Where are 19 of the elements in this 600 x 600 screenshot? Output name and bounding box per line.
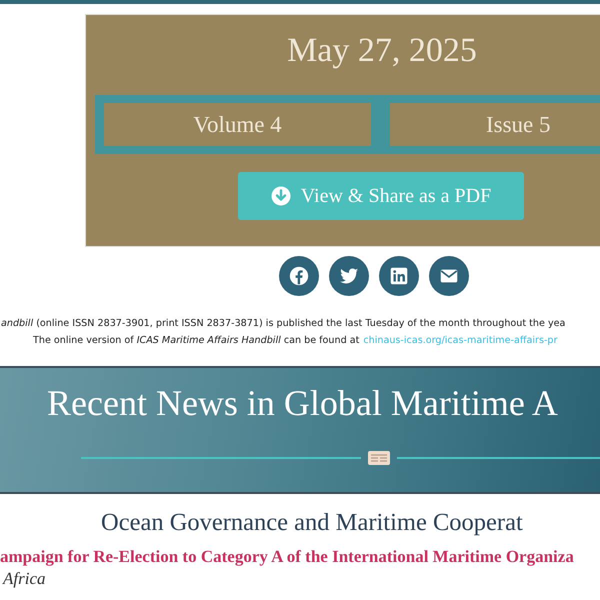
article-title[interactable]: ampaign for Re-Election to Category A of the International Maritime Organiza xyxy=(0,547,574,567)
view-pdf-button[interactable]: View & Share as a PDF xyxy=(238,172,524,220)
publication-note: andbill (online ISSN 2837-3901, print ISSN 2837-3871) is published the last Tuesday of the month throughout the yea xyxy=(1,317,566,331)
handbill-link[interactable]: chinaus-icas.org/icas-maritime-affairs-pr xyxy=(363,332,558,349)
email-share-button[interactable] xyxy=(429,256,469,296)
newspaper-icon xyxy=(367,450,391,466)
article-subtitle: Africa xyxy=(1,569,46,590)
issue-label: Issue 5 xyxy=(390,103,600,146)
online-version-note: The online version of ICAS Maritime Affairs Handbill can be found at xyxy=(33,334,360,348)
download-icon xyxy=(270,186,291,206)
section-heading: Ocean Governance and Maritime Cooperat xyxy=(101,509,523,537)
linkedin-icon xyxy=(388,265,410,287)
banner-title: Recent News in Global Maritime A xyxy=(47,382,558,424)
issue-date: May 27, 2025 xyxy=(287,31,477,71)
facebook-share-button[interactable] xyxy=(279,256,319,296)
volume-label: Volume 4 xyxy=(104,103,371,146)
facebook-icon xyxy=(288,265,310,287)
twitter-share-button[interactable] xyxy=(329,256,369,296)
linkedin-share-button[interactable] xyxy=(379,256,419,296)
